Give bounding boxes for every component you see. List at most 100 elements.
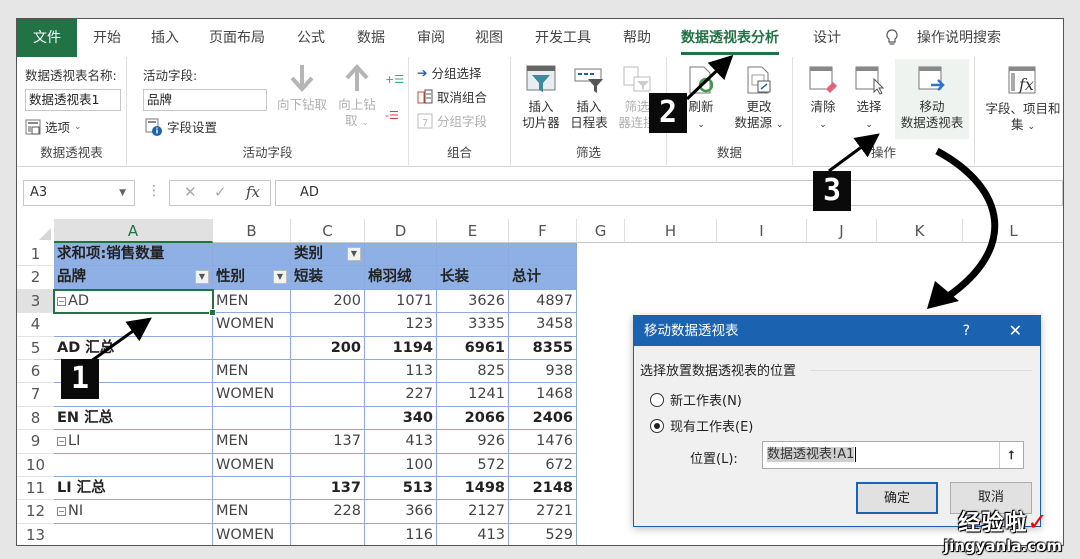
value-cell[interactable]: 572 [437,453,509,477]
tab-file[interactable]: 文件 [17,19,77,57]
pivot-column-header[interactable]: 性别 ▼ [213,266,291,290]
gender-cell[interactable]: MEN [213,360,291,384]
brand-cell[interactable]: − LI [54,430,213,454]
value-cell[interactable]: 3626 [437,289,509,314]
value-cell[interactable]: 825 [437,360,509,384]
pivot-header-cell[interactable] [437,243,509,267]
value-cell[interactable]: 2066 [437,406,509,431]
pivot-header-cell[interactable] [365,243,437,267]
value-cell[interactable]: 529 [509,523,577,545]
value-cell[interactable] [291,453,365,477]
pivot-header-cell[interactable] [213,243,291,267]
refresh-button[interactable]: 刷新 ⌄ [681,65,721,133]
column-header-k[interactable]: K [877,219,963,243]
brand-cell[interactable] [54,313,213,337]
value-cell[interactable]: 2127 [437,500,509,524]
filter-dropdown-icon[interactable]: ▼ [195,270,209,285]
subtotal-label[interactable]: EN 汇总 [54,406,213,431]
row-header-3[interactable]: 3 [17,289,54,314]
value-cell[interactable]: 116 [365,523,437,545]
pivot-column-header[interactable]: 长装 [437,266,509,290]
tab-pivottable-analyze[interactable]: 数据透视表分析 [671,19,789,57]
help-button[interactable]: ? [963,316,970,346]
tab-page-layout[interactable]: 页面布局 [199,19,275,57]
gender-cell[interactable] [213,406,291,431]
cancel-icon[interactable]: ✕ [184,183,197,201]
field-settings-button[interactable]: 字段设置 [145,117,217,136]
collapse-button-icon[interactable]: − [57,296,66,306]
fields-items-sets-button[interactable]: fx 字段、项目和 集 ⌄ [979,65,1063,135]
row-header-7[interactable]: 7 [17,383,54,407]
gender-cell[interactable]: WOMEN [213,523,291,545]
tab-review[interactable]: 审阅 [407,19,455,57]
pivot-column-header[interactable]: 总计 [509,266,577,290]
row-header-2[interactable]: 2 [17,266,54,290]
column-header-i[interactable]: I [717,219,807,243]
row-header-10[interactable]: 10 [17,454,54,477]
group-selection-button[interactable]: ➔ 分组选择 [417,63,482,82]
column-header-a[interactable]: A [54,219,213,243]
ungroup-button[interactable]: 取消组合 [417,87,487,106]
row-header-13[interactable]: 13 [17,524,54,545]
insert-slicer-button[interactable]: 插入 切片器 [519,65,563,131]
value-cell[interactable]: 1498 [437,477,509,501]
insert-timeline-button[interactable]: 插入 日程表 [567,65,611,131]
tab-formulas[interactable]: 公式 [287,19,335,57]
column-header-d[interactable]: D [365,219,437,243]
value-cell[interactable]: 2148 [509,477,577,501]
group-field-button[interactable]: 7 分组字段 [417,111,487,130]
subtotal-label[interactable]: LI 汇总 [54,477,213,501]
pivot-column-header[interactable]: 短装 [291,266,365,290]
value-cell[interactable]: 4897 [509,289,577,314]
gender-cell[interactable]: MEN [213,430,291,454]
tab-view[interactable]: 视图 [465,19,513,57]
value-cell[interactable]: 123 [365,313,437,337]
location-input[interactable]: 数据透视表!A1 ⭡ [762,441,1024,469]
value-cell[interactable]: 227 [365,383,437,407]
splitter-handle[interactable]: ⋮ [147,183,161,199]
pivot-header-cell[interactable] [509,243,577,267]
filter-dropdown-icon[interactable]: ▼ [273,270,287,285]
value-cell[interactable]: 413 [365,430,437,454]
gender-cell[interactable]: WOMEN [213,453,291,477]
change-data-source-button[interactable]: 更改 数据源 ⌄ [731,65,787,133]
column-header-h[interactable]: H [625,219,717,243]
clear-button[interactable]: 清除 ⌄ [803,65,843,133]
value-cell[interactable]: 1071 [365,289,437,314]
column-header-e[interactable]: E [437,219,509,243]
value-cell[interactable]: 2406 [509,406,577,431]
row-header-4[interactable]: 4 [17,313,54,337]
value-cell[interactable] [291,383,365,407]
value-cell[interactable]: 340 [365,406,437,431]
gender-cell[interactable] [213,477,291,501]
select-button[interactable]: 选择 ⌄ [849,65,889,133]
value-cell[interactable]: 137 [291,430,365,454]
value-cell[interactable] [291,313,365,337]
pivot-column-field-header[interactable]: 类别 ▼ [291,243,365,267]
subtotal-label[interactable]: AD 汇总 [54,336,213,360]
radio-existing-worksheet[interactable]: 现有工作表(E) [650,416,753,435]
brand-cell[interactable] [54,523,213,545]
value-cell[interactable]: 3458 [509,313,577,337]
value-cell[interactable]: 413 [437,523,509,545]
value-cell[interactable] [291,406,365,431]
move-pivottable-button[interactable]: 移动 数据透视表 [895,59,969,139]
radio-new-worksheet[interactable]: 新工作表(N) [650,390,742,409]
pivot-column-header[interactable]: 品牌 ▼ [54,266,213,290]
value-cell[interactable]: 2721 [509,500,577,524]
value-cell[interactable]: 366 [365,500,437,524]
value-cell[interactable]: 200 [291,336,365,360]
expand-field-icon[interactable]: +☰ [385,73,404,86]
radio-button-selected-icon[interactable] [650,418,664,433]
brand-cell[interactable] [54,453,213,477]
drill-down-button[interactable]: 向下钻取 [273,63,331,113]
pivot-value-field-header[interactable]: 求和项:销售数量 [54,243,213,267]
radio-button-icon[interactable] [650,392,664,407]
tab-design[interactable]: 设计 [803,19,851,57]
pivottable-name-input[interactable]: 数据透视表1 [25,89,121,111]
value-cell[interactable]: 6961 [437,336,509,360]
value-cell[interactable]: 1468 [509,383,577,407]
close-button[interactable]: ✕ [1009,316,1022,346]
collapse-button-icon[interactable]: − [57,507,66,517]
row-header-9[interactable]: 9 [17,430,54,454]
